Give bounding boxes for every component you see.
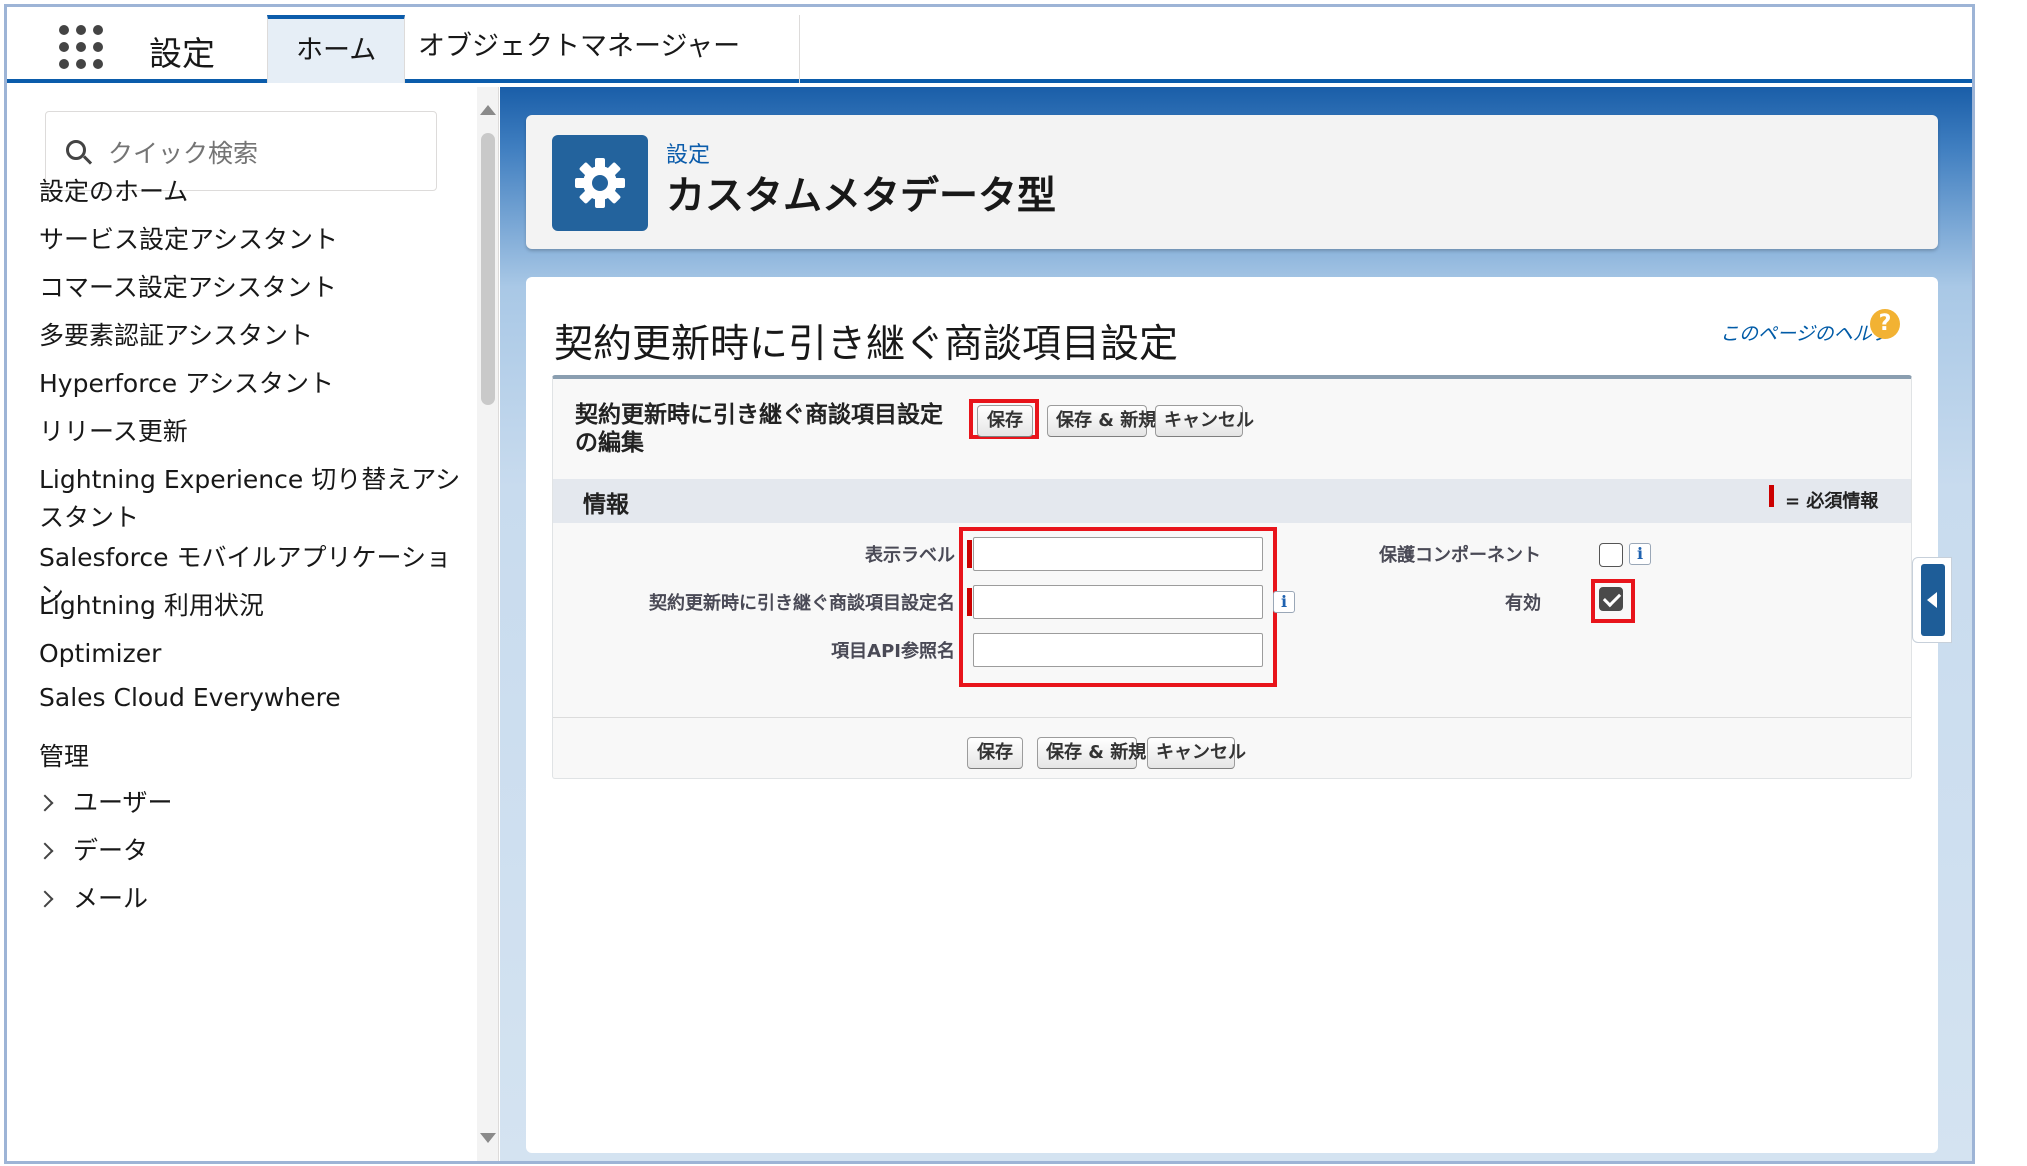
chevron-right-icon	[36, 794, 54, 812]
cancel-button-top[interactable]: キャンセル	[1155, 405, 1254, 437]
api-field-label: 項目API参照名	[831, 641, 955, 662]
active-label: 有効	[1505, 593, 1541, 614]
sidebar-item-sales-cloud-everywhere[interactable]: Sales Cloud Everywhere	[39, 679, 469, 717]
scroll-down-arrow-icon[interactable]	[480, 1133, 496, 1143]
tab-object-manager-label: オブジェクトマネージャー	[418, 31, 741, 62]
tab-home-label: ホーム	[296, 35, 377, 66]
chevron-right-icon	[36, 842, 54, 860]
tab-home[interactable]: ホーム	[267, 15, 406, 83]
app-title: 設定	[149, 34, 215, 73]
search-placeholder: クイック検索	[108, 139, 259, 168]
content-card: 契約更新時に引き継ぐ商談項目設定 このページのヘルプ ? 契約更新時に引き継ぐ商…	[526, 277, 1938, 1153]
page-type-title: カスタムメタデータ型	[666, 174, 1057, 219]
top-bar: 設定 ホーム オブジェクトマネージャー	[7, 7, 1972, 117]
protected-component-label: 保護コンポーネント	[1379, 545, 1541, 566]
tab-object-manager[interactable]: オブジェクトマネージャー	[390, 15, 800, 117]
label-field-label: 表示ラベル	[865, 545, 955, 566]
collapse-panel-toggle[interactable]	[1912, 557, 1952, 643]
active-checkbox[interactable]	[1599, 587, 1623, 611]
sidebar-item-hyperforce-assistant[interactable]: Hyperforce アシスタント	[39, 365, 469, 403]
edit-form: 契約更新時に引き継ぐ商談項目設定の編集 保存 保存 & 新規 キャンセル 情報 …	[552, 375, 1912, 779]
sidebar-item-mfa-assistant[interactable]: 多要素認証アシスタント	[39, 317, 469, 355]
chevron-right-icon	[36, 890, 54, 908]
sidebar: クイック検索 設定のホーム サービス設定アシスタント コマース設定アシスタント …	[7, 87, 499, 1161]
cancel-button-bottom[interactable]: キャンセル	[1147, 737, 1246, 769]
app-launcher-icon[interactable]	[59, 25, 103, 69]
protected-component-checkbox[interactable]	[1599, 543, 1623, 567]
info-icon[interactable]: i	[1273, 591, 1295, 613]
save-button-bottom[interactable]: 保存	[967, 737, 1023, 769]
required-marker-label	[967, 540, 972, 568]
gear-icon	[575, 158, 625, 208]
sidebar-item-service-setup-assistant[interactable]: サービス設定アシスタント	[39, 221, 469, 259]
required-marker-name	[967, 588, 972, 616]
sidebar-item-users-label: ユーザー	[73, 788, 173, 817]
sidebar-item-lightning-usage[interactable]: Lightning 利用状況	[39, 587, 469, 625]
setup-gear-tile	[552, 135, 648, 231]
sidebar-item-email-label: メール	[73, 884, 149, 913]
label-input[interactable]	[973, 537, 1263, 571]
sidebar-item-data[interactable]: データ	[36, 831, 149, 867]
help-link[interactable]: このページのヘルプ	[1720, 319, 1891, 346]
chevron-left-icon	[1921, 564, 1945, 636]
page-header: 設定 カスタムメタデータ型	[526, 115, 1938, 249]
save-new-button-bottom[interactable]: 保存 & 新規	[1037, 737, 1146, 769]
sidebar-item-release-updates[interactable]: リリース更新	[39, 413, 469, 451]
name-field-label: 契約更新時に引き継ぐ商談項目設定名	[649, 593, 955, 614]
save-new-button-top[interactable]: 保存 & 新規	[1047, 405, 1156, 437]
main-area: 設定 カスタムメタデータ型 契約更新時に引き継ぐ商談項目設定 このページのヘルプ…	[500, 87, 1972, 1161]
scroll-up-arrow-icon[interactable]	[480, 105, 496, 115]
sidebar-item-data-label: データ	[73, 836, 149, 865]
sidebar-item-setup-home[interactable]: 設定のホーム	[39, 173, 469, 211]
form-footer-divider	[553, 717, 1911, 718]
sidebar-item-users[interactable]: ユーザー	[36, 783, 173, 819]
section-title: 情報	[583, 492, 629, 518]
sidebar-item-lex-transition-assistant[interactable]: Lightning Experience 切り替えアシスタント	[39, 461, 469, 537]
sidebar-item-email[interactable]: メール	[36, 879, 149, 915]
required-note: = 必須情報	[1785, 491, 1879, 512]
name-input[interactable]	[973, 585, 1263, 619]
page-title: 契約更新時に引き継ぐ商談項目設定	[554, 322, 1179, 367]
help-icon[interactable]: ?	[1870, 309, 1900, 339]
save-button-top[interactable]: 保存	[977, 405, 1033, 437]
sidebar-section-admin: 管理	[39, 742, 90, 771]
sidebar-scroll-thumb[interactable]	[481, 133, 495, 405]
section-header: 情報 = 必須情報	[553, 479, 1911, 523]
sidebar-item-commerce-setup-assistant[interactable]: コマース設定アシスタント	[39, 269, 469, 307]
form-heading: 契約更新時に引き継ぐ商談項目設定の編集	[575, 402, 943, 456]
info-icon[interactable]: i	[1629, 543, 1651, 565]
api-name-input[interactable]	[973, 633, 1263, 667]
app-window: 設定 ホーム オブジェクトマネージャー クイック検索 設定のホーム サービス設定…	[4, 4, 1975, 1164]
required-indicator-icon	[1769, 485, 1774, 507]
sidebar-item-optimizer[interactable]: Optimizer	[39, 635, 469, 673]
search-icon	[66, 140, 86, 160]
